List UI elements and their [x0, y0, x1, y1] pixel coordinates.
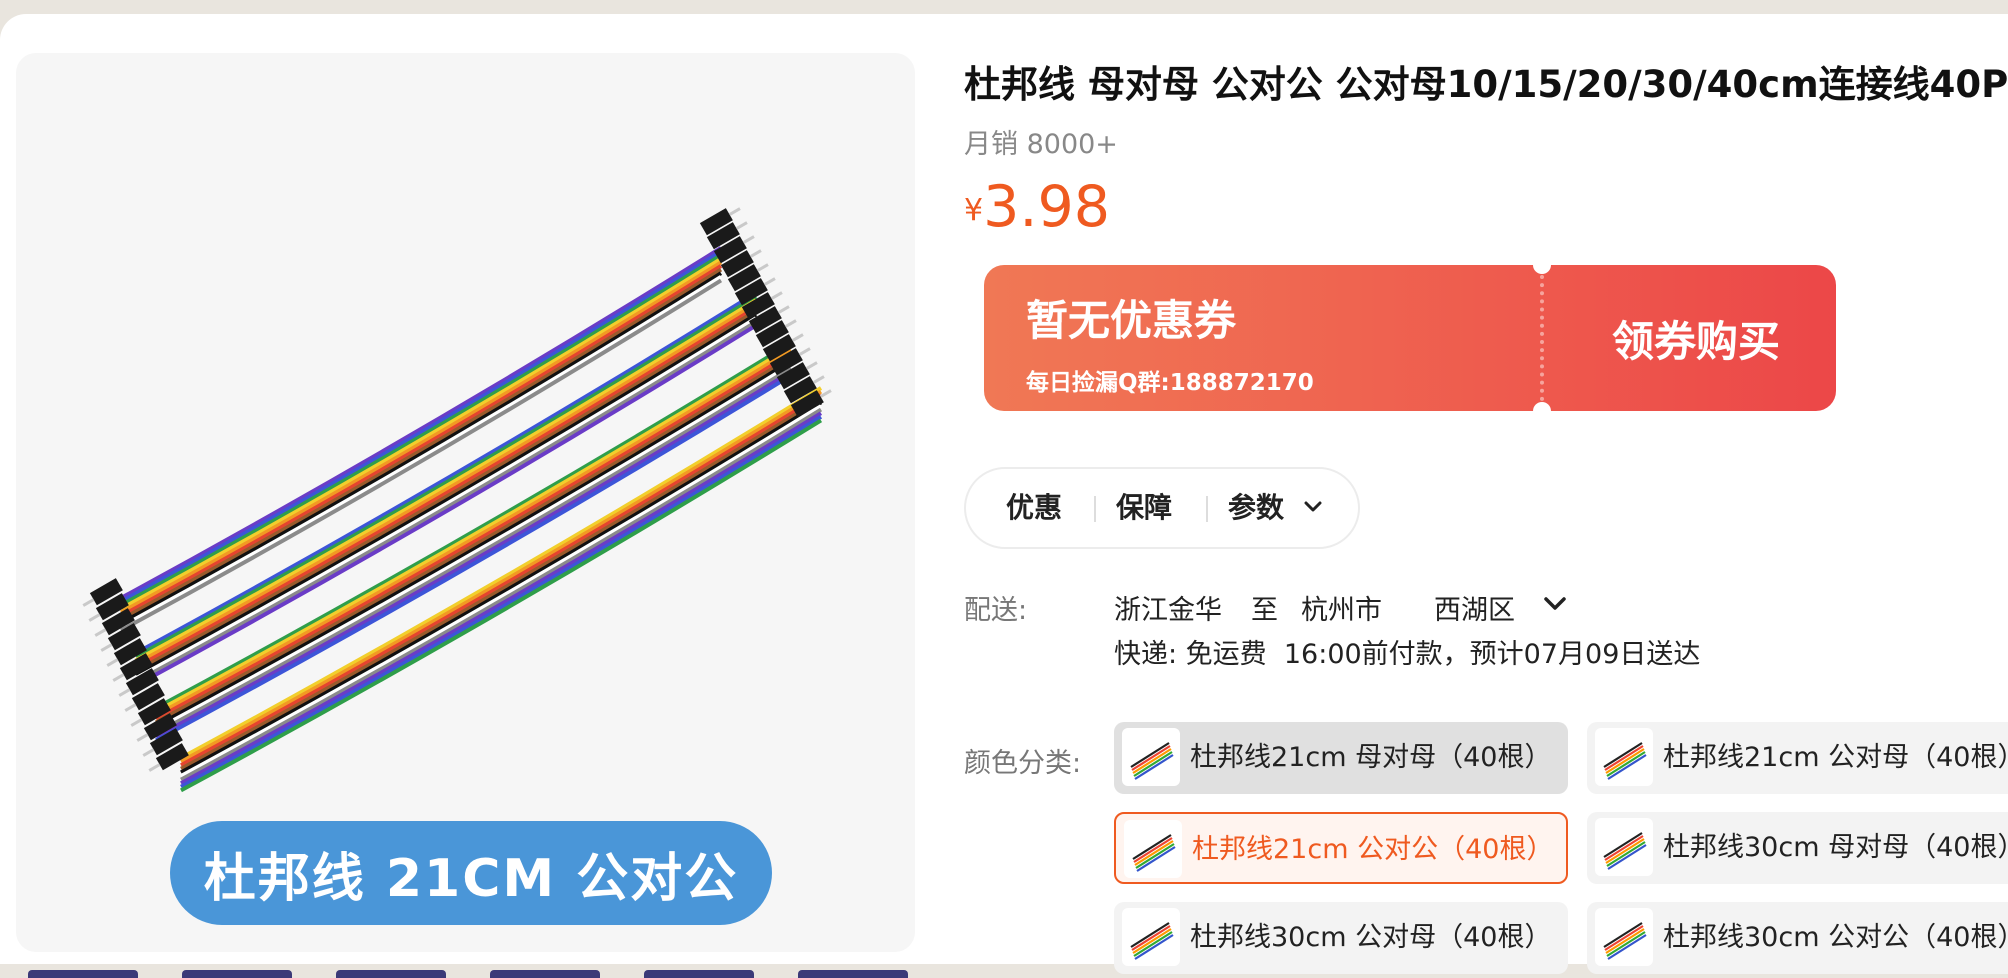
tab-discount[interactable]: 优惠 [1006, 469, 1062, 547]
price: ¥3.98 [964, 174, 1110, 240]
delivery-district[interactable]: 西湖区 [1434, 588, 1515, 627]
coupon-banner: 暂无优惠券 每日捡漏Q群:188872170 领券购买 [984, 265, 1836, 411]
variant-label: 杜邦线21cm 公对母（40根） [1663, 742, 2008, 773]
product-title: 杜邦线 母对母 公对公 公对母10/15/20/30/40cm连接线40P面包板… [964, 63, 2008, 106]
variant-option[interactable]: 杜邦线30cm 公对母（40根） [1114, 902, 1568, 974]
monthly-sales: 月销 8000+ [964, 129, 1118, 160]
tab-params[interactable]: 参数 [1228, 469, 1284, 547]
delivery-eta: 16:00前付款，预计07月09日送达 [1283, 639, 1701, 670]
shipping-fee: 快递: 免运费 [1114, 639, 1267, 670]
price-value: 3.98 [983, 174, 1111, 240]
thumbnail[interactable] [28, 970, 138, 978]
coupon-title: 暂无优惠券 [1026, 296, 1237, 345]
delivery-to: 至 [1251, 595, 1278, 626]
shipping-info: 快递: 免运费 16:00前付款，预计07月09日送达 [1114, 632, 1700, 671]
tab-separator [1206, 496, 1208, 522]
thumbnail[interactable] [490, 970, 600, 978]
variant-label: 杜邦线30cm 公对公（40根） [1663, 922, 2008, 953]
coupon-notch [1533, 402, 1551, 411]
variant-thumbnail [1595, 818, 1653, 876]
info-tabs: 优惠 保障 参数 [964, 467, 1360, 549]
chevron-down-icon[interactable] [1542, 594, 1568, 614]
delivery-origin: 浙江金华 [1114, 595, 1222, 626]
variant-option-selected[interactable]: 杜邦线21cm 公对公（40根） [1114, 812, 1568, 884]
currency-symbol: ¥ [964, 193, 984, 228]
tab-guarantee[interactable]: 保障 [1116, 469, 1172, 547]
thumbnail[interactable] [798, 970, 908, 978]
thumbnail[interactable] [182, 970, 292, 978]
variant-option[interactable]: 杜邦线30cm 公对公（40根） [1587, 902, 2008, 974]
variant-thumbnail [1122, 728, 1180, 786]
variant-thumbnail [1122, 908, 1180, 966]
variant-option[interactable]: 杜邦线21cm 母对母（40根） [1114, 722, 1568, 794]
variant-thumbnail [1124, 820, 1182, 878]
variant-option[interactable]: 杜邦线30cm 母对母（40根） [1587, 812, 2008, 884]
variant-option[interactable]: 杜邦线21cm 公对母（40根） [1587, 722, 2008, 794]
variant-label: 杜邦线21cm 母对母（40根） [1190, 742, 1552, 773]
thumbnail[interactable] [336, 970, 446, 978]
coupon-divider [1540, 275, 1544, 401]
coupon-subtitle: 每日捡漏Q群:188872170 [1026, 370, 1314, 396]
variant-label: 杜邦线21cm 公对公（40根） [1192, 834, 1554, 865]
chevron-down-icon[interactable] [1302, 499, 1324, 515]
get-coupon-buy-button[interactable]: 领券购买 [1556, 265, 1836, 411]
variant-label: 杜邦线30cm 母对母（40根） [1663, 832, 2008, 863]
thumbnail[interactable] [644, 970, 754, 978]
tab-separator [1094, 496, 1096, 522]
product-page: 杜邦线 21CM 公对公 杜邦线 母对母 公对公 公对母10/15/20/30/… [0, 14, 2008, 978]
variant-label: 颜色分类: [964, 748, 1082, 779]
variant-label: 杜邦线30cm 公对母（40根） [1190, 922, 1552, 953]
delivery-label: 配送: [964, 595, 1028, 626]
jumper-wire-illustration [82, 207, 832, 793]
delivery-city[interactable]: 杭州市 [1301, 588, 1382, 627]
variant-thumbnail [1595, 908, 1653, 966]
product-main-image[interactable]: 杜邦线 21CM 公对公 [16, 53, 915, 952]
variant-thumbnail [1595, 728, 1653, 786]
coupon-notch [1533, 265, 1551, 274]
image-banner: 杜邦线 21CM 公对公 [170, 821, 772, 925]
